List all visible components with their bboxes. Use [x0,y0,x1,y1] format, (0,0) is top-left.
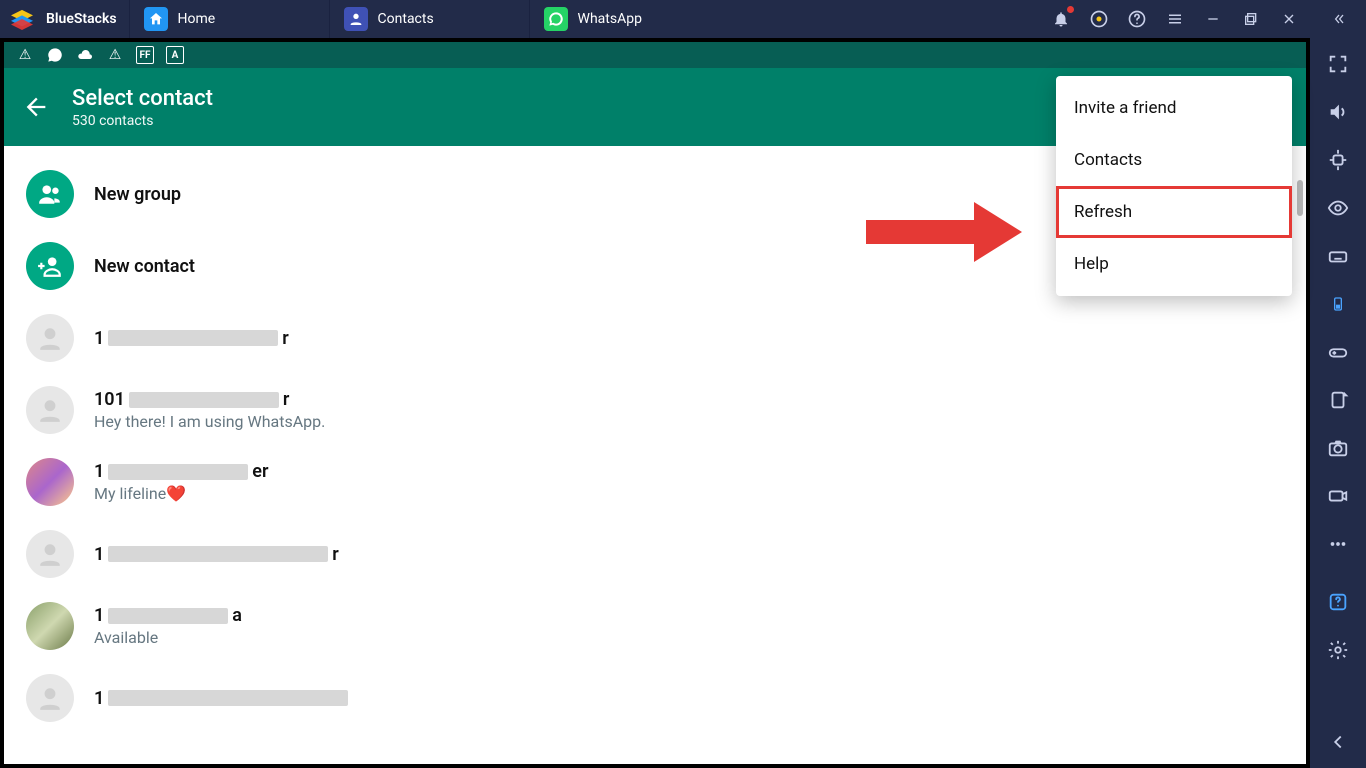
tab-home[interactable]: Home [129,0,329,38]
home-icon [144,7,168,31]
notification-badge [1067,6,1074,13]
annotation-arrow [866,202,1038,262]
device-icon[interactable] [1326,292,1350,316]
points-icon[interactable] [1088,8,1110,30]
contact-row[interactable]: 1 [4,662,1306,734]
tab-whatsapp[interactable]: WhatsApp [529,0,729,38]
a-icon: A [166,46,184,64]
tab-home-label: Home [178,11,216,27]
page-title: Select contact [72,86,213,111]
fullscreen-icon[interactable] [1326,52,1350,76]
contact-row[interactable]: 1a Available [4,590,1306,662]
android-statusbar: ⚠ ⚠ FF A [4,42,1306,68]
back-button[interactable] [22,93,50,121]
avatar [26,602,74,650]
menu-help[interactable]: Help [1056,238,1292,290]
android-emulator-stage: ⚠ ⚠ FF A Select contact 530 contacts [0,38,1310,768]
tab-contacts-label: Contacts [378,11,434,27]
bluestacks-titlebar: BlueStacks Home Contacts WhatsApp [0,0,1366,38]
avatar [26,530,74,578]
page-subtitle: 530 contacts [72,113,213,129]
tab-whatsapp-label: WhatsApp [578,11,642,27]
collapse-sidebar-icon[interactable] [1330,8,1352,30]
minimize-icon[interactable] [1202,8,1224,30]
menu-invite-friend[interactable]: Invite a friend [1056,82,1292,134]
contact-status: Available [94,628,1284,647]
whatsapp-status-icon [46,46,64,64]
support-icon[interactable] [1326,590,1350,614]
menu-contacts[interactable]: Contacts [1056,134,1292,186]
settings-gear-icon[interactable] [1326,638,1350,662]
contact-name: 101r [94,389,1284,410]
contact-name: 1er [94,461,1284,482]
add-contact-icon [26,242,74,290]
more-icon[interactable] [1326,532,1350,556]
menu-refresh[interactable]: Refresh [1056,186,1292,238]
contacts-app-icon [344,7,368,31]
contact-row[interactable]: 1r [4,518,1306,590]
help-icon[interactable] [1126,8,1148,30]
keyboard-icon[interactable] [1326,244,1350,268]
location-icon[interactable] [1326,148,1350,172]
warning-icon: ⚠ [16,46,34,64]
contact-row[interactable]: 1er My lifeline❤️ [4,446,1306,518]
warning2-icon: ⚠ [106,46,124,64]
whatsapp-app: ⚠ ⚠ FF A Select contact 530 contacts [4,42,1306,764]
contact-name: 1r [94,544,1284,565]
contact-status: My lifeline❤️ [94,484,1284,503]
group-icon [26,170,74,218]
gamepad-icon[interactable] [1326,340,1350,364]
close-icon[interactable] [1278,8,1300,30]
tab-contacts[interactable]: Contacts [329,0,529,38]
record-icon[interactable] [1326,484,1350,508]
cloud-icon [76,46,94,64]
bluestacks-logo-icon [6,8,38,30]
bluestacks-name: BlueStacks [46,11,117,27]
contact-row[interactable]: 101r Hey there! I am using WhatsApp. [4,374,1306,446]
rotate-icon[interactable] [1326,388,1350,412]
eye-icon[interactable] [1326,196,1350,220]
back-arrow-icon[interactable] [1326,730,1350,754]
avatar [26,458,74,506]
avatar [26,386,74,434]
scrollbar-thumb[interactable] [1297,180,1303,216]
notifications-icon[interactable] [1050,8,1072,30]
volume-icon[interactable] [1326,100,1350,124]
bluestacks-side-toolbar [1310,38,1366,768]
whatsapp-app-icon [544,7,568,31]
ff-icon: FF [136,46,154,64]
avatar [26,674,74,722]
overflow-menu: Invite a friend Contacts Refresh Help [1056,76,1292,296]
contact-status: Hey there! I am using WhatsApp. [94,412,1284,431]
camera-icon[interactable] [1326,436,1350,460]
hamburger-menu-icon[interactable] [1164,8,1186,30]
maximize-icon[interactable] [1240,8,1262,30]
contact-row[interactable]: 1r [4,302,1306,374]
contact-name: 1r [94,328,1284,349]
contact-name: 1 [94,688,1284,709]
contact-name: 1a [94,605,1284,626]
avatar [26,314,74,362]
